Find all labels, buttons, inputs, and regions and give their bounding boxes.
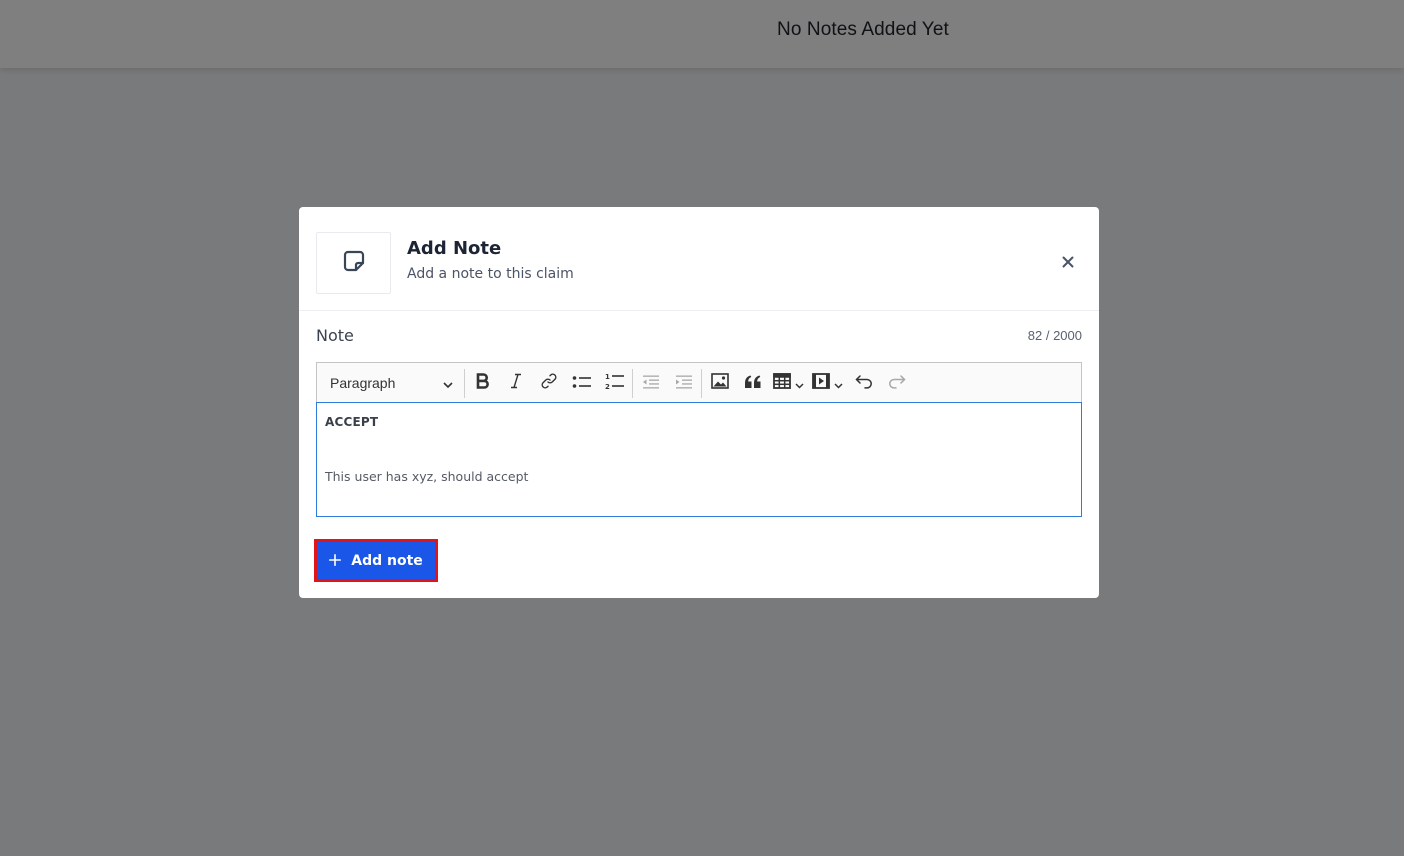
redo-icon [888,374,906,393]
outdent-button[interactable] [634,368,667,398]
numbered-list-icon: 12 [605,372,625,394]
insert-image-button[interactable] [703,368,736,398]
italic-icon [509,373,523,393]
block-format-dropdown[interactable]: Paragraph [317,363,463,403]
bold-icon [476,373,490,393]
bulleted-list-button[interactable] [565,368,598,398]
block-quote-button[interactable] [736,368,769,398]
toolbar-divider [464,368,465,398]
close-icon [1062,253,1074,272]
rich-text-editor: Paragraph 1 2 ACCEPT This user has xyz, … [316,362,1082,517]
link-icon [540,372,558,394]
table-icon [773,373,791,393]
editor-line: This user has xyz, should accept [325,469,529,484]
note-label: Note [316,326,354,345]
modal-subtitle: Add a note to this claim [407,266,574,282]
block-format-value: Paragraph [330,375,396,391]
svg-text:2: 2 [605,383,610,390]
svg-text:1: 1 [605,373,610,381]
sticky-note-icon [342,249,366,277]
editor-line: ACCEPT [325,415,379,429]
insert-table-button[interactable] [769,368,808,398]
numbered-list-button[interactable]: 12 [598,368,631,398]
italic-button[interactable] [499,368,532,398]
character-count: 82 / 2000 [1027,328,1082,343]
note-icon-box [316,232,391,294]
chevron-down-icon [795,374,804,393]
indent-button[interactable] [667,368,700,398]
indent-icon [675,374,693,393]
chevron-down-icon [443,375,453,391]
bold-button[interactable] [466,368,499,398]
chevron-down-icon [834,374,843,393]
editor-toolbar: Paragraph 1 2 [316,362,1082,403]
add-note-button[interactable]: Add note [314,539,438,582]
outdent-icon [642,374,660,393]
insert-media-button[interactable] [808,368,847,398]
modal-title: Add Note [407,238,502,259]
add-note-label: Add note [351,552,423,569]
note-field-header: Note 82 / 2000 [316,326,1082,348]
close-button[interactable] [1058,252,1078,272]
note-content-editable[interactable]: ACCEPT This user has xyz, should accept [316,402,1082,517]
redo-button[interactable] [880,368,913,398]
media-icon [812,373,830,393]
plus-icon [329,552,342,570]
image-icon [710,373,729,393]
undo-button[interactable] [847,368,880,398]
toolbar-divider [632,368,633,398]
link-button[interactable] [532,368,565,398]
undo-icon [855,374,873,393]
add-note-modal: Add Note Add a note to this claim Note 8… [299,207,1099,598]
bulleted-list-icon [572,374,592,393]
toolbar-divider [701,368,702,398]
modal-header: Add Note Add a note to this claim [299,207,1099,311]
quote-icon [744,374,762,393]
